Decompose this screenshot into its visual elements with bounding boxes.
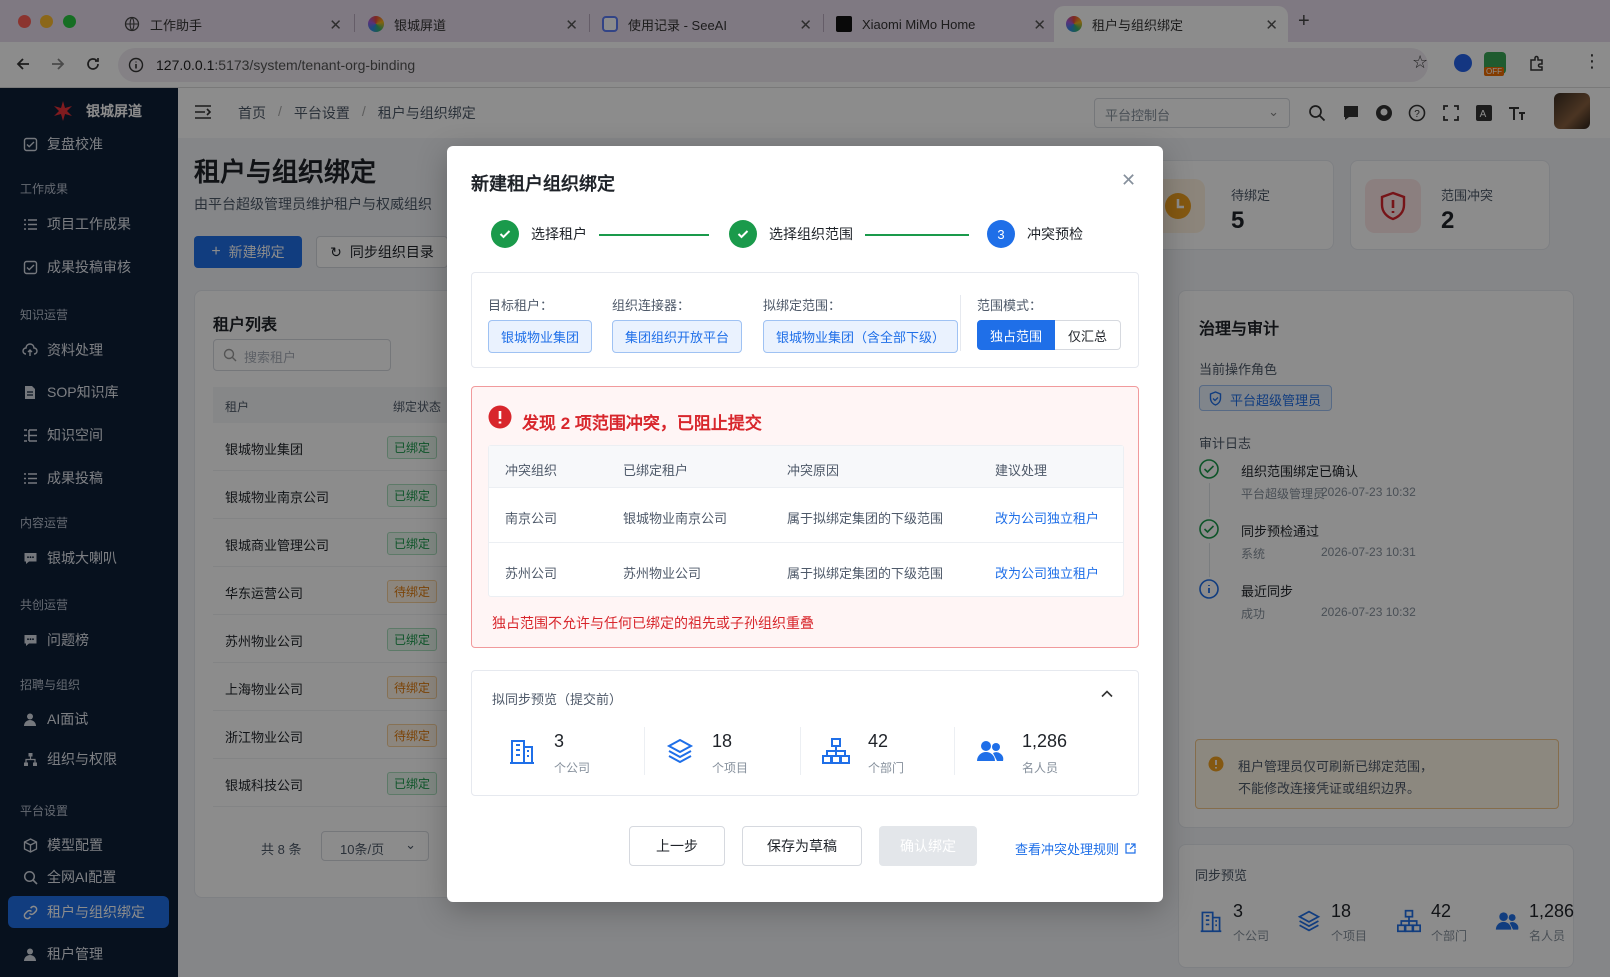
table-row: 南京公司 银城物业南京公司 属于拟绑定集团的下级范围 改为公司独立租户 xyxy=(489,488,1123,543)
step-connector xyxy=(865,234,969,236)
check-icon xyxy=(491,220,519,248)
check-icon xyxy=(729,220,757,248)
stat-item: 42 个部门 xyxy=(800,727,972,779)
conflict-note: 独占范围不允许与任何已绑定的祖先或子孙组织重叠 xyxy=(492,615,814,631)
dialog-title: 新建租户组织绑定 xyxy=(471,174,615,194)
stat-label: 个项目 xyxy=(712,761,749,775)
building-icon xyxy=(508,737,536,765)
conflict-title: 发现 2 项范围冲突，已阻止提交 xyxy=(522,414,762,433)
external-link-icon xyxy=(1125,843,1136,854)
sync-preview-panel: 拟同步预览（提交前） 3 个公司 18 个项目 42 个部门 1,286 名人员 xyxy=(471,670,1139,796)
binding-summary: 目标租户： 银城物业集团 组织连接器： 集团组织开放平台 拟绑定范围： 银城物业… xyxy=(471,272,1139,368)
prev-step-button[interactable]: 上一步 xyxy=(629,826,725,866)
stat-number: 3 xyxy=(554,731,565,751)
scope-mode-toggle: 独占范围 仅汇总 xyxy=(977,320,1122,350)
users-icon xyxy=(976,737,1004,765)
close-icon[interactable]: ✕ xyxy=(1121,170,1136,191)
step-select-tenant: 选择租户 xyxy=(491,220,587,248)
scope-tag: 银城物业集团（含全部下级） xyxy=(763,320,959,353)
stat-number: 1,286 xyxy=(1022,731,1068,751)
stat-item: 18 个项目 xyxy=(644,727,816,779)
conflict-table-header: 冲突组织 已绑定租户 冲突原因 建议处理 xyxy=(489,446,1123,488)
chevron-up-icon[interactable] xyxy=(1100,687,1114,701)
conflict-alert: 发现 2 项范围冲突，已阻止提交 冲突组织 已绑定租户 冲突原因 建议处理 南京… xyxy=(471,386,1139,648)
conflict-table: 冲突组织 已绑定租户 冲突原因 建议处理 南京公司 银城物业南京公司 属于拟绑定… xyxy=(488,445,1124,597)
resolve-link[interactable]: 改为公司独立租户 xyxy=(995,508,1099,527)
org-chart-icon xyxy=(822,737,850,765)
step-connector xyxy=(599,234,709,236)
stat-item: 3 个公司 xyxy=(508,727,658,779)
preview-title: 拟同步预览（提交前） xyxy=(492,692,623,707)
target-tenant-tag: 银城物业集团 xyxy=(488,320,593,353)
mode-exclusive-option[interactable]: 独占范围 xyxy=(977,320,1056,350)
stat-label: 个部门 xyxy=(868,761,905,775)
stat-label: 个公司 xyxy=(554,761,591,775)
stat-number: 18 xyxy=(712,731,733,751)
resolve-link[interactable]: 改为公司独立租户 xyxy=(995,563,1099,582)
step-select-scope: 选择组织范围 xyxy=(729,220,853,248)
stat-number: 42 xyxy=(868,731,889,751)
confirm-binding-button[interactable]: 确认绑定 xyxy=(879,826,977,866)
step-conflict-check: 3 冲突预检 xyxy=(987,220,1083,248)
conflict-rules-link[interactable]: 查看冲突处理规则 xyxy=(1015,839,1136,858)
connector-tag: 集团组织开放平台 xyxy=(612,320,743,353)
new-binding-dialog: 新建租户组织绑定 ✕ 选择租户 选择组织范围 3 冲突预检 目标租户： 银城物业… xyxy=(447,146,1163,902)
stat-label: 名人员 xyxy=(1022,761,1059,775)
layers-icon xyxy=(666,737,694,765)
save-draft-button[interactable]: 保存为草稿 xyxy=(742,826,862,866)
mode-summary-option[interactable]: 仅汇总 xyxy=(1055,320,1122,350)
error-icon xyxy=(488,405,512,429)
stat-item: 1,286 名人员 xyxy=(954,727,1126,779)
table-row: 苏州公司 苏州物业公司 属于拟绑定集团的下级范围 改为公司独立租户 xyxy=(489,543,1123,598)
